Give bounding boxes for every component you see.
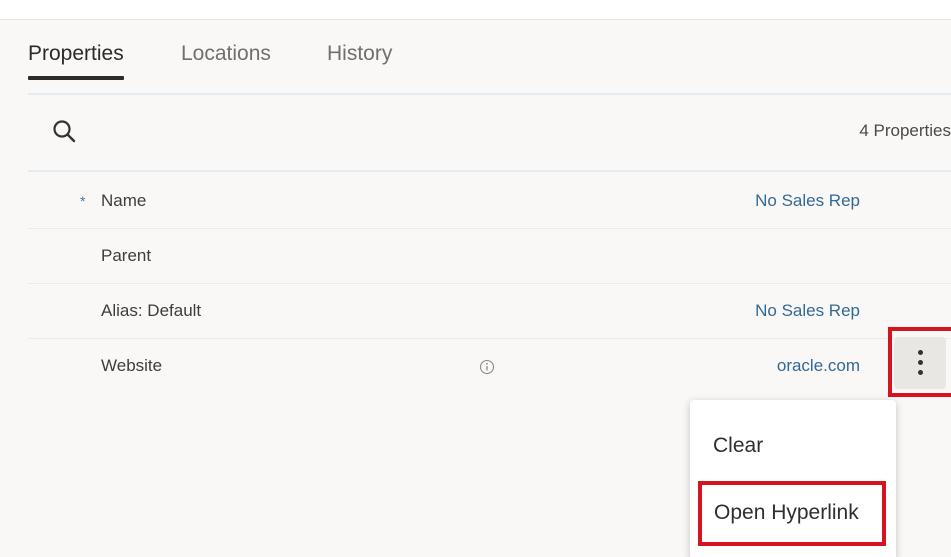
required-indicator: * <box>80 193 86 209</box>
property-label: Parent <box>101 246 152 265</box>
menu-item-clear[interactable]: Clear <box>690 434 896 458</box>
property-row-name[interactable]: * Name No Sales Rep <box>28 174 951 229</box>
tab-label: Locations <box>181 42 271 65</box>
row-actions-highlight <box>888 327 951 397</box>
property-row-parent[interactable]: Parent <box>28 229 951 284</box>
menu-item-label: Open Hyperlink <box>714 501 859 524</box>
active-tab-indicator <box>28 76 124 80</box>
property-value-link[interactable]: No Sales Rep <box>755 191 860 211</box>
property-label: Alias: Default <box>101 301 202 320</box>
properties-panel: Properties Locations History 4 Propertie… <box>0 0 951 557</box>
property-row-website[interactable]: Website oracle.com <box>28 339 951 394</box>
header-strip <box>0 0 951 20</box>
website-link[interactable]: oracle.com <box>777 356 860 376</box>
kebab-menu-icon[interactable] <box>894 337 946 389</box>
tab-label: Properties <box>28 42 124 65</box>
menu-item-open-hyperlink[interactable]: Open Hyperlink <box>698 481 886 546</box>
property-value-link[interactable]: No Sales Rep <box>755 301 860 321</box>
row-context-menu: Clear Open Hyperlink <box>690 400 896 557</box>
tab-bar: Properties Locations History <box>28 40 951 90</box>
properties-toolbar: 4 Properties <box>28 95 951 172</box>
search-icon[interactable] <box>50 117 80 147</box>
tab-history[interactable]: History <box>327 42 392 78</box>
property-count: 4 Properties <box>859 121 951 140</box>
info-icon[interactable] <box>479 359 495 375</box>
tab-label: History <box>327 42 393 65</box>
tab-properties[interactable]: Properties <box>28 42 124 80</box>
tab-locations[interactable]: Locations <box>181 42 271 78</box>
property-row-alias[interactable]: Alias: Default No Sales Rep <box>28 284 951 339</box>
property-label: Website <box>101 356 163 375</box>
property-label: Name <box>101 191 147 210</box>
